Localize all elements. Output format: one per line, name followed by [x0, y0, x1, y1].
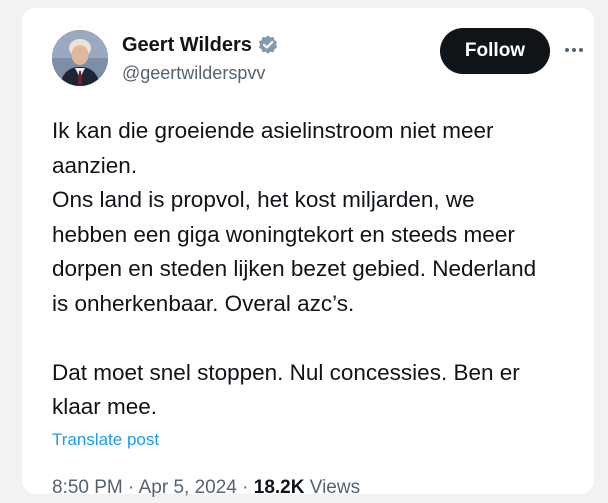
post-date[interactable]: Apr 5, 2024 — [139, 477, 237, 498]
meta-separator: · — [128, 477, 135, 498]
post-time[interactable]: 8:50 PM — [52, 477, 123, 498]
author-display-name[interactable]: Geert Wilders — [122, 34, 252, 57]
tweet-line: dorpen en steden lijken bezet gebied. Ne… — [52, 256, 537, 281]
avatar[interactable] — [52, 30, 108, 86]
more-horizontal-icon — [565, 48, 583, 52]
follow-button[interactable]: Follow — [440, 28, 550, 74]
tweet-line: Dat moet snel stoppen. Nul concessies. B… — [52, 359, 520, 385]
tweet-text: Ik kan die groeiende asielinstroom niet … — [52, 114, 582, 425]
author-name-row: Geert Wilders — [122, 31, 279, 59]
tweet-card: Geert Wilders @geertwilderspvv Follow Ik… — [22, 8, 594, 498]
tweet-line: klaar mee. — [52, 394, 158, 419]
meta-separator: · — [242, 477, 249, 498]
tweet-metadata: 8:50 PM · Apr 5, 2024 · 18.2K Views — [52, 477, 360, 499]
views-label: Views — [309, 477, 361, 498]
translate-post-link[interactable]: Translate post — [52, 430, 159, 450]
tweet-line: is onherkenbaar. Overal azc’s. — [52, 290, 355, 316]
tweet-line: Ons land is propvol, het kost miljarden,… — [52, 187, 475, 212]
tweet-line: hebben een giga woningtekort en steeds m… — [52, 221, 515, 247]
author-handle[interactable]: @geertwilderspvv — [122, 63, 265, 84]
tweet-line: Ik kan die groeiende asielinstroom niet … — [52, 118, 494, 143]
verified-badge-icon — [257, 34, 279, 56]
avatar-photo-icon — [52, 30, 108, 86]
more-options-button[interactable] — [562, 38, 586, 62]
views-count: 18.2K — [253, 477, 305, 498]
tweet-line: aanzien. — [52, 152, 138, 178]
